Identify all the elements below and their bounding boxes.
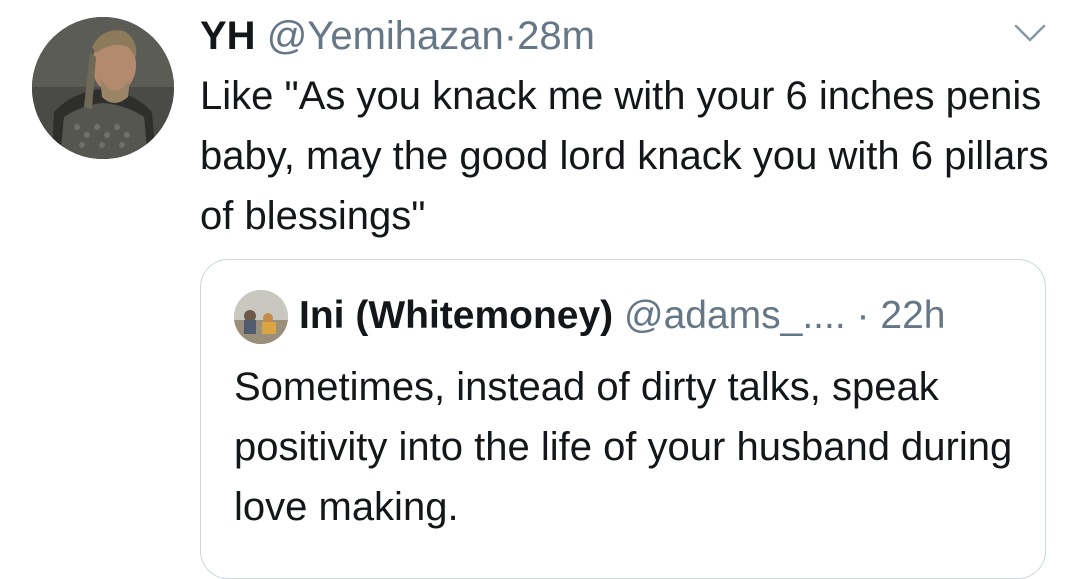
display-name[interactable]: YH [200,14,256,58]
timestamp[interactable]: 28m [517,14,595,58]
avatar-image [32,17,174,159]
quoted-timestamp[interactable]: 22h [880,294,945,337]
quoted-user-handle[interactable]: @adams_.... [624,294,846,337]
tweet-text: Like "As you knack me with your 6 inches… [200,74,1049,238]
quoted-display-name[interactable]: Ini (Whitemoney) [299,294,613,337]
avatar[interactable] [32,17,174,159]
chevron-down-icon[interactable] [1012,22,1048,46]
separator-dot: · [503,14,518,58]
quoted-tweet[interactable]: Ini (Whitemoney) @adams_.... · 22h Somet… [200,259,1046,579]
quoted-avatar[interactable] [234,290,288,344]
quoted-avatar-image [234,290,288,344]
tweet: YH @Yemihazan·28m Like "As you knack me … [0,0,1080,579]
user-handle[interactable]: @Yemihazan [267,14,504,58]
tweet-header: YH @Yemihazan·28m [200,12,595,60]
quoted-tweet-text: Sometimes, instead of dirty talks, speak… [234,365,1013,529]
quoted-separator-dot: · [856,294,870,337]
quoted-header: Ini (Whitemoney) @adams_.... · 22h [299,292,945,340]
